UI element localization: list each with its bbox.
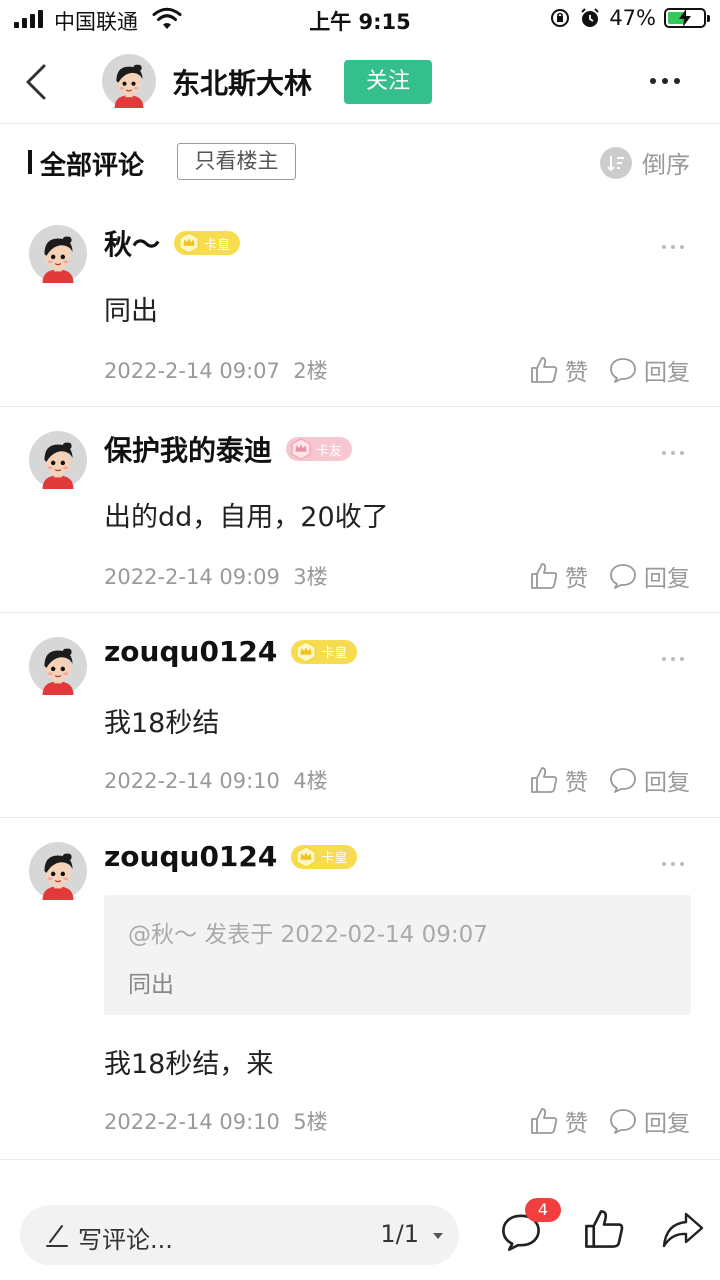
level-badge: 卡皇 <box>291 639 358 664</box>
author-avatar[interactable] <box>102 54 156 108</box>
comment-bubble-icon <box>608 1106 638 1136</box>
commenter-avatar[interactable] <box>29 637 87 695</box>
comment-bubble-icon <box>608 561 638 591</box>
comment-filter-bar: 全部评论 只看楼主 倒序 <box>0 125 720 201</box>
reply-button[interactable]: 回复 <box>608 1104 690 1138</box>
comment-item: zouqu0124 卡皇 @秋～ 发表于 2022-02-14 09:07 同出… <box>0 818 720 1160</box>
reply-button[interactable]: 回复 <box>608 559 690 593</box>
commenter-avatar[interactable] <box>29 225 87 283</box>
wifi-icon <box>152 7 182 29</box>
comment-meta: 2022-2-14 09:09 3楼 <box>104 561 328 591</box>
floor-number: 3楼 <box>293 565 328 589</box>
comment-time: 2022-2-14 09:09 <box>104 565 280 589</box>
page-indicator[interactable]: 1/1 <box>380 1220 419 1248</box>
comment-bubble-icon <box>608 355 638 385</box>
author-name[interactable]: 东北斯大林 <box>172 62 312 102</box>
like-button[interactable]: 赞 <box>529 1104 588 1138</box>
like-button[interactable]: 赞 <box>529 763 588 797</box>
dropdown-caret-icon[interactable] <box>433 1233 443 1239</box>
thumb-up-icon[interactable] <box>582 1207 626 1251</box>
sort-order-button[interactable]: 倒序 <box>600 145 690 180</box>
sort-label: 倒序 <box>642 151 690 179</box>
rotation-lock-icon <box>551 9 570 27</box>
follow-button[interactable]: 关注 <box>344 60 432 104</box>
section-marker <box>28 150 32 174</box>
comment-meta: 2022-2-14 09:10 5楼 <box>104 1106 328 1136</box>
write-comment-placeholder: 写评论... <box>78 1226 173 1254</box>
comment-time: 2022-2-14 09:10 <box>104 769 280 793</box>
like-button[interactable]: 赞 <box>529 353 588 387</box>
thumb-up-icon <box>529 1106 559 1136</box>
battery-percent: 47% <box>609 6 656 30</box>
sort-icon <box>600 146 632 179</box>
comment-more-icon[interactable] <box>662 245 684 249</box>
comment-count-badge: 4 <box>525 1198 561 1222</box>
quote-text: 同出 <box>128 972 174 998</box>
commenter-avatar[interactable] <box>29 431 87 489</box>
back-arrow-icon[interactable] <box>18 60 58 104</box>
crown-icon <box>178 232 200 254</box>
thumb-up-icon <box>529 355 559 385</box>
comment-time: 2022-2-14 09:07 <box>104 359 280 383</box>
reply-button[interactable]: 回复 <box>608 763 690 797</box>
carrier-label: 中国联通 <box>54 10 138 34</box>
share-icon[interactable] <box>660 1210 706 1250</box>
comment-more-icon[interactable] <box>662 862 684 866</box>
alarm-icon <box>581 8 600 27</box>
more-options-icon[interactable] <box>650 78 680 84</box>
only-op-button[interactable]: 只看楼主 <box>177 143 296 180</box>
comment-text: 出的dd，自用，20收了 <box>104 502 389 533</box>
pencil-icon <box>46 1225 68 1247</box>
comment-meta: 2022-2-14 09:10 4楼 <box>104 765 328 795</box>
commenter-name[interactable]: zouqu0124 <box>104 840 277 873</box>
crown-icon <box>295 641 317 663</box>
like-button[interactable]: 赞 <box>529 559 588 593</box>
comment-item: zouqu0124 卡皇 我18秒结 2022-2-14 09:10 4楼 赞 … <box>0 613 720 818</box>
comment-bubble-icon <box>608 765 638 795</box>
commenter-name[interactable]: zouqu0124 <box>104 635 277 668</box>
thumb-up-icon <box>529 561 559 591</box>
comment-item: 秋～ 卡皇 同出 2022-2-14 09:07 2楼 赞 回复 <box>0 201 720 407</box>
bottom-action-bar: 写评论... 1/1 4 <box>0 1190 720 1280</box>
comment-item: 保护我的泰迪 卡友 出的dd，自用，20收了 2022-2-14 09:09 3… <box>0 407 720 613</box>
comment-more-icon[interactable] <box>662 657 684 661</box>
crown-icon <box>290 438 312 460</box>
thumb-up-icon <box>529 765 559 795</box>
commenter-avatar[interactable] <box>29 842 87 900</box>
commenter-name[interactable]: 保护我的泰迪 <box>104 429 272 469</box>
battery-icon <box>664 8 710 28</box>
signal-icon <box>14 10 43 28</box>
comment-text: 我18秒结 <box>104 708 220 739</box>
level-badge: 卡友 <box>286 437 353 461</box>
quoted-comment[interactable]: @秋～ 发表于 2022-02-14 09:07 同出 <box>104 895 691 1015</box>
post-header: 东北斯大林 关注 <box>0 40 720 124</box>
comment-text: 同出 <box>104 296 158 327</box>
comment-text: 我18秒结，来 <box>104 1049 274 1080</box>
status-bar: 中国联通 上午 9:15 47% <box>0 0 720 40</box>
floor-number: 4楼 <box>293 769 328 793</box>
quote-header: @秋～ 发表于 2022-02-14 09:07 <box>128 922 488 948</box>
comment-meta: 2022-2-14 09:07 2楼 <box>104 355 328 385</box>
level-badge: 卡皇 <box>291 844 358 869</box>
write-comment-input[interactable]: 写评论... 1/1 <box>20 1205 459 1265</box>
level-badge: 卡皇 <box>174 231 241 255</box>
commenter-name[interactable]: 秋～ <box>104 223 160 263</box>
floor-number: 2楼 <box>293 359 328 383</box>
section-title: 全部评论 <box>40 151 145 181</box>
comment-more-icon[interactable] <box>662 451 684 455</box>
comment-time: 2022-2-14 09:10 <box>104 1110 280 1134</box>
reply-button[interactable]: 回复 <box>608 353 690 387</box>
crown-icon <box>295 846 317 868</box>
floor-number: 5楼 <box>293 1110 328 1134</box>
